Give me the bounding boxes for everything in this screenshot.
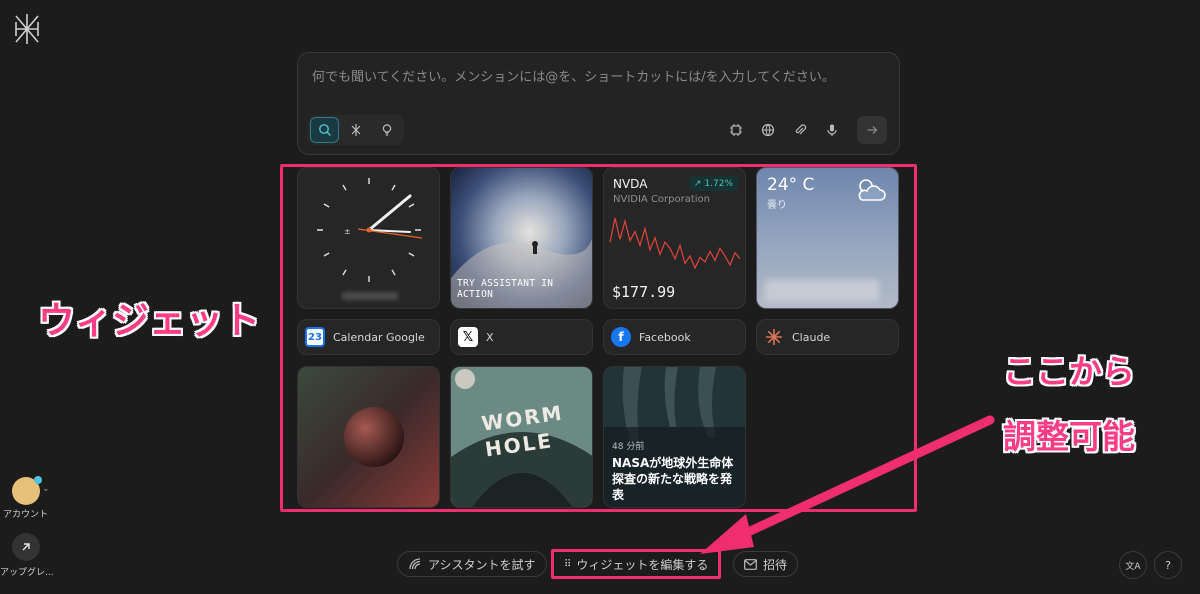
- cloud-sun-icon: [858, 179, 886, 201]
- invite-button[interactable]: 招待: [733, 551, 799, 577]
- language-button[interactable]: 文A: [1119, 551, 1147, 579]
- clock-tick: [323, 203, 330, 208]
- upgrade-button[interactable]: [12, 533, 40, 561]
- claude-icon: [766, 329, 782, 345]
- source-button[interactable]: [755, 115, 781, 145]
- clock-tick: [342, 269, 347, 276]
- search-mode-button[interactable]: [310, 117, 340, 143]
- wormhole-widget[interactable]: WORM HOLE: [450, 366, 593, 508]
- clock-tick: [323, 252, 330, 257]
- weather-temp: 24° C: [767, 175, 815, 195]
- annotation-adjust-line1: ここから: [1003, 352, 1135, 391]
- account-label: アカウント: [3, 510, 49, 520]
- clock-hour-hand: [367, 194, 412, 232]
- prompt-box[interactable]: 何でも聞いてください。メンションには@を、ショートカットには/を入力してください…: [297, 52, 900, 155]
- stock-change-badge: ↗ 1.72%: [688, 176, 738, 191]
- model-button[interactable]: [723, 115, 749, 145]
- chip-icon: [730, 124, 742, 136]
- clock-tick: [408, 252, 415, 257]
- link-facebook[interactable]: f Facebook: [603, 319, 746, 355]
- blurred-location: [765, 280, 879, 302]
- arrow-up-right-icon: ↗: [693, 178, 702, 189]
- stock-change: 1.72%: [704, 178, 733, 189]
- grid-icon: ⠿: [564, 558, 571, 570]
- link-calendar-google[interactable]: 23 Calendar Google: [297, 319, 440, 355]
- try-assistant-label: アシスタントを試す: [428, 557, 536, 572]
- clock-face: ±: [317, 178, 423, 282]
- research-mode-button[interactable]: [341, 117, 370, 143]
- facebook-icon: f: [611, 327, 631, 347]
- x-logo-icon: 𝕏: [458, 327, 478, 347]
- app-logo[interactable]: [12, 12, 42, 46]
- annotation-adjust-line2: 調整可能: [1003, 417, 1135, 456]
- try-assistant-button[interactable]: アシスタントを試す: [397, 551, 547, 577]
- link-label: X: [486, 330, 494, 344]
- labs-mode-button[interactable]: [373, 117, 402, 143]
- clock-tick: [391, 269, 396, 276]
- translate-icon: 文A: [1125, 561, 1141, 572]
- link-x[interactable]: 𝕏 X: [450, 319, 593, 355]
- assistant-caption: TRY ASSISTANT IN ACTION: [457, 278, 554, 300]
- status-dot: [34, 476, 42, 484]
- calendar-icon: 23: [305, 327, 325, 347]
- help-label: ?: [1165, 558, 1171, 572]
- link-label: Claude: [792, 330, 831, 344]
- arrow-up-right-icon: [22, 543, 30, 551]
- globe-icon: [761, 123, 775, 137]
- edit-widgets-button[interactable]: ⠿ ウィジェットを編集する: [551, 549, 722, 579]
- stock-widget[interactable]: NVDA NVIDIA Corporation ↗ 1.72% $177.99: [603, 167, 746, 309]
- clock-tick: [408, 203, 415, 208]
- stock-line: [609, 217, 741, 270]
- stock-company: NVIDIA Corporation: [613, 194, 711, 205]
- stock-price: $177.99: [612, 283, 676, 301]
- news-time: 48 分前: [612, 442, 645, 452]
- weather-widget[interactable]: 24° C 曇り: [756, 167, 899, 309]
- lightbulb-icon: [383, 124, 392, 136]
- help-button[interactable]: ?: [1154, 551, 1182, 579]
- stock-ticker: NVDA: [613, 177, 648, 191]
- mode-selector: [308, 115, 404, 145]
- news-headline: NASAが地球外生命体探査の新たな戦略を発表: [612, 456, 734, 502]
- send-button[interactable]: [857, 116, 887, 144]
- edit-widgets-label: ウィジェットを編集する: [576, 557, 709, 572]
- attach-button[interactable]: [787, 115, 813, 145]
- search-icon: [318, 124, 331, 136]
- annotation-widget-label: ウィジェット: [38, 299, 260, 342]
- clock-widget[interactable]: ±: [297, 167, 440, 309]
- blurred-city-label: [342, 292, 398, 300]
- stock-chart: [609, 217, 741, 270]
- planet-widget[interactable]: [297, 366, 440, 508]
- weather-condition: 曇り: [767, 200, 787, 211]
- link-label: Facebook: [639, 330, 691, 344]
- voice-button[interactable]: [819, 115, 845, 145]
- link-claude[interactable]: Claude: [756, 319, 899, 355]
- link-label: Calendar Google: [333, 330, 425, 344]
- prompt-tools: [723, 115, 887, 145]
- paperclip-icon: [795, 124, 807, 135]
- chevron-down-icon[interactable]: ⌄: [42, 484, 50, 494]
- prompt-placeholder[interactable]: 何でも聞いてください。メンションには@を、ショートカットには/を入力してください…: [312, 66, 835, 85]
- assistant-widget[interactable]: TRY ASSISTANT IN ACTION: [450, 167, 593, 309]
- signal-icon: [409, 558, 421, 570]
- news-widget[interactable]: 48 分前 NASAが地球外生命体探査の新たな戦略を発表: [603, 366, 746, 508]
- avatar[interactable]: [12, 476, 42, 505]
- mail-icon: [744, 558, 757, 570]
- arrow-right-icon: [867, 126, 878, 134]
- clock-tick: [342, 184, 347, 191]
- clock-tick: [391, 184, 396, 191]
- upgrade-label: アップグレ...: [0, 568, 54, 578]
- microphone-icon: [827, 124, 837, 136]
- planet-image: [298, 367, 439, 507]
- svg-text:±: ±: [344, 227, 351, 236]
- research-icon: [351, 124, 361, 136]
- invite-label: 招待: [763, 557, 788, 572]
